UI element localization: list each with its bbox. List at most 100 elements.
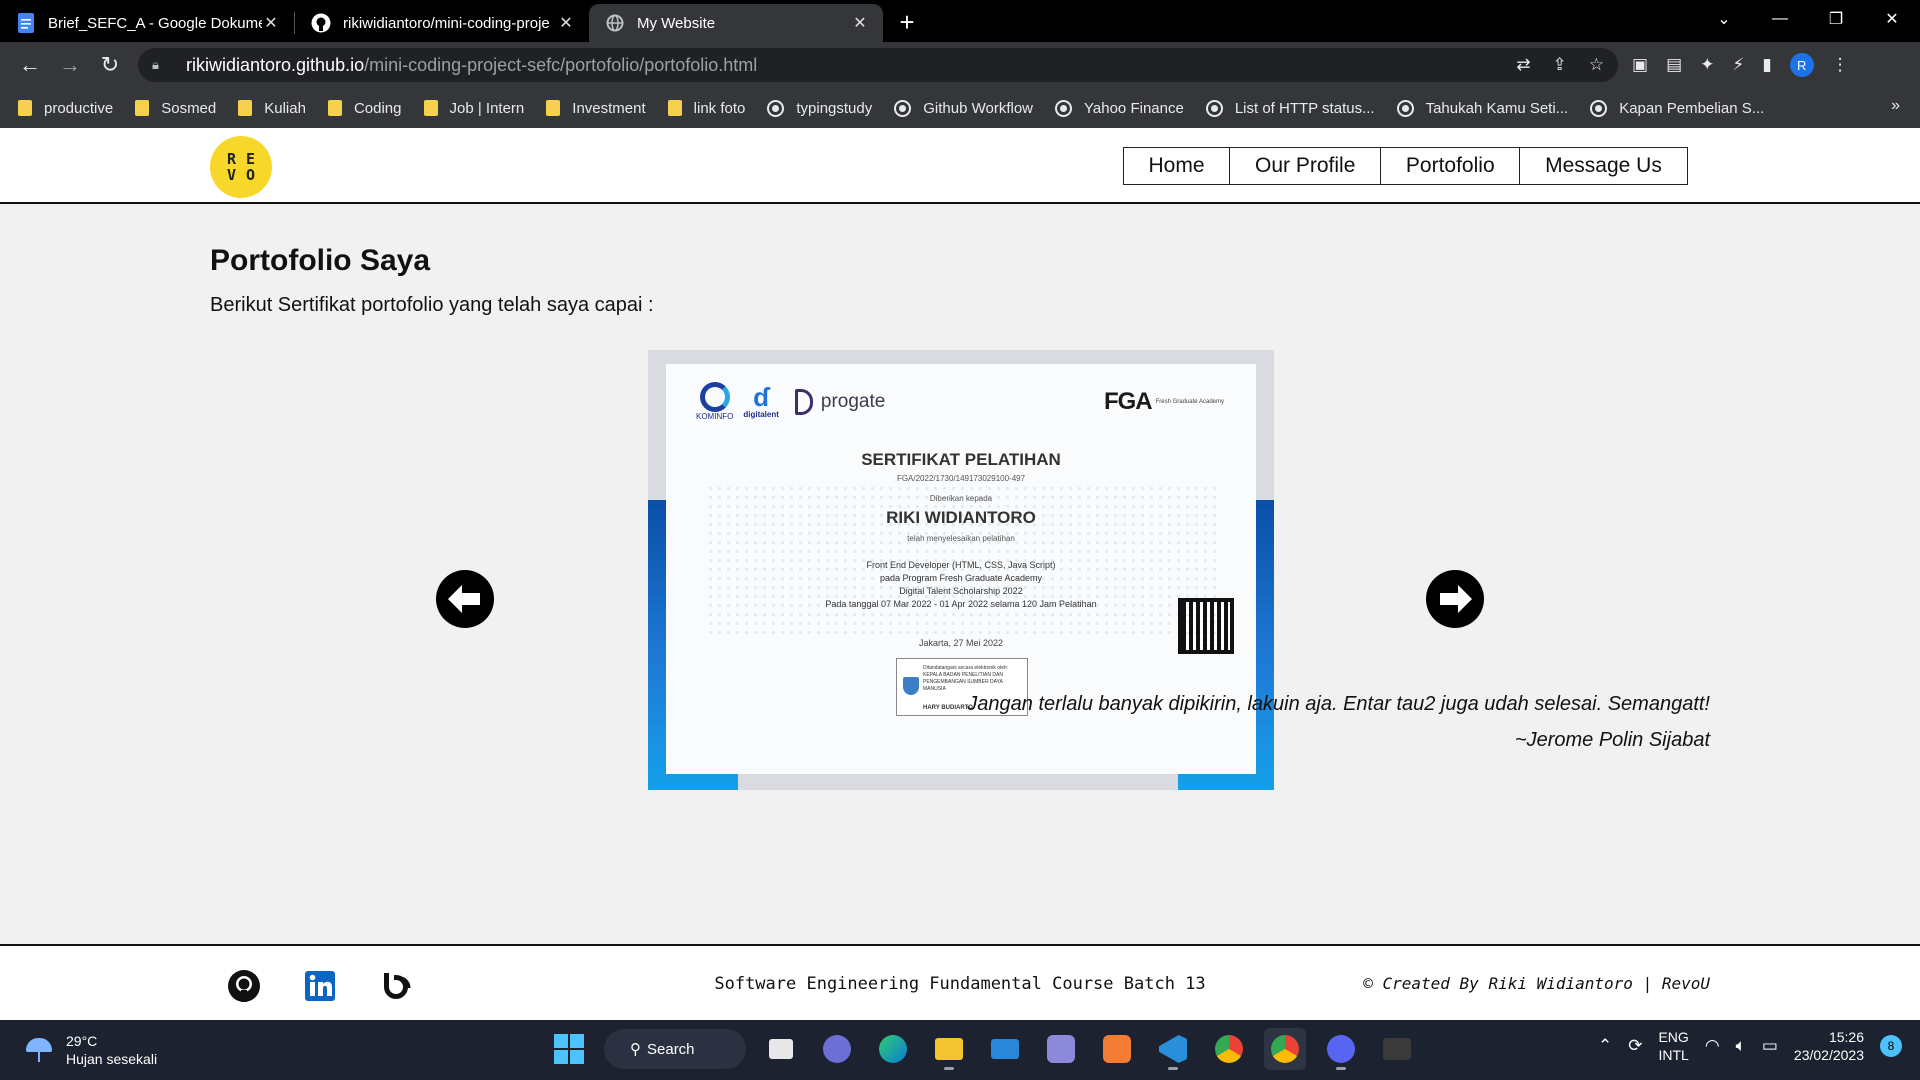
new-tab-button[interactable]: + — [889, 4, 925, 40]
edge-icon[interactable] — [872, 1028, 914, 1070]
profile-avatar[interactable]: R — [1789, 53, 1814, 77]
file-explorer-icon[interactable] — [928, 1028, 970, 1070]
discord-icon[interactable] — [1320, 1028, 1362, 1070]
search-icon: ⚲ — [630, 1041, 641, 1058]
language-indicator[interactable]: ENG INTL — [1658, 1028, 1688, 1064]
battery-icon[interactable]: ▭ — [1762, 1036, 1778, 1056]
extensions-puzzle-icon[interactable]: ✦ — [1700, 55, 1714, 75]
lock-icon[interactable]: 🔒︎ — [152, 57, 168, 73]
nav-message-us[interactable]: Message Us — [1519, 147, 1688, 185]
forward-button[interactable]: → — [50, 47, 90, 83]
bookmark-star-icon[interactable]: ☆ — [1589, 55, 1604, 75]
logo-letter: E — [245, 150, 256, 168]
globe-icon — [1396, 99, 1414, 117]
chrome-icon[interactable] — [1208, 1028, 1250, 1070]
bookmark-link[interactable]: Kapan Pembelian S... — [1590, 99, 1765, 117]
certificate-course: Front End Developer (HTML, CSS, Java Scr… — [866, 560, 1056, 570]
bookmark-label: Kapan Pembelian S... — [1619, 99, 1765, 117]
bookmark-link[interactable]: List of HTTP status... — [1205, 99, 1375, 117]
clock[interactable]: 15:26 23/02/2023 — [1794, 1028, 1864, 1064]
shield-icon — [903, 677, 919, 695]
bookmark-folder[interactable]: Coding — [327, 99, 402, 117]
bookmark-link[interactable]: Github Workflow — [894, 99, 1033, 117]
performance-icon[interactable]: ⚡︎ — [1732, 55, 1744, 75]
certificate-number: FGA/2022/1730/149173029100-497 — [896, 474, 1026, 483]
bookmark-folder[interactable]: Kuliah — [238, 100, 306, 117]
search-label: Search — [647, 1040, 695, 1058]
bookmark-folder[interactable]: Sosmed — [135, 100, 216, 117]
language-primary: ENG — [1658, 1029, 1689, 1045]
sponsor-logos: KOMINFO ɗ digitalent progate — [696, 382, 885, 421]
tab-title: rikiwidiantoro/mini-coding-proje — [343, 14, 550, 32]
task-view-icon[interactable] — [760, 1028, 802, 1070]
menu-kebab-icon[interactable]: ⋮ — [1832, 55, 1849, 75]
carousel-next-button[interactable] — [1426, 570, 1484, 628]
bookmark-folder[interactable]: link foto — [667, 100, 745, 117]
bookmark-link[interactable]: Yahoo Finance — [1055, 99, 1184, 117]
site-header: R E V O Home Our Profile Portofolio Mess… — [0, 128, 1920, 204]
notification-badge[interactable]: 8 — [1880, 1035, 1902, 1057]
bookmark-label: typingstudy — [796, 99, 873, 117]
bookmark-label: Yahoo Finance — [1084, 99, 1184, 117]
address-bar[interactable]: 🔒︎ rikiwidiantoro.github.io/mini-coding-… — [138, 48, 1618, 82]
taskbar-search[interactable]: ⚲ Search — [604, 1029, 746, 1069]
qr-code — [1178, 598, 1234, 654]
kominfo-text: KOMINFO — [696, 412, 734, 421]
folder-icon — [135, 100, 150, 116]
chrome-profile-icon[interactable] — [1264, 1028, 1306, 1070]
restore-button[interactable]: ❐ — [1808, 0, 1864, 38]
globe-icon — [894, 99, 912, 117]
mail-icon[interactable] — [984, 1028, 1026, 1070]
tab-my-website[interactable]: My Website ✕ — [589, 4, 883, 42]
bookmarks-overflow-button[interactable]: » — [1891, 97, 1900, 115]
vscode-icon[interactable] — [1152, 1028, 1194, 1070]
tab-github[interactable]: rikiwidiantoro/mini-coding-proje ✕ — [295, 4, 589, 42]
wifi-icon[interactable]: ◠ — [1705, 1036, 1720, 1056]
teams-chat-icon[interactable] — [816, 1028, 858, 1070]
quote-text: Jangan terlalu banyak dipikirin, lakuin … — [967, 693, 1710, 715]
nav-our-profile[interactable]: Our Profile — [1229, 147, 1382, 185]
docs-extension-icon[interactable]: ▤ — [1666, 55, 1682, 75]
share-icon[interactable]: ⇪ — [1553, 55, 1567, 75]
tab-close-icon[interactable]: ✕ — [557, 14, 575, 32]
terminal-icon[interactable] — [1376, 1028, 1418, 1070]
side-panel-icon[interactable]: ▮ — [1762, 55, 1771, 75]
bookmark-folder[interactable]: Job | Intern — [423, 100, 524, 117]
fga-logo: FGA Fresh Graduate Academy — [1104, 388, 1224, 416]
minimize-button[interactable]: — — [1752, 0, 1808, 38]
tab-google-docs[interactable]: Brief_SEFC_A - Google Dokumen ✕ — [0, 4, 294, 42]
folder-icon — [546, 100, 561, 116]
store-icon[interactable] — [1040, 1028, 1082, 1070]
github-icon — [311, 13, 331, 33]
nav-home[interactable]: Home — [1122, 147, 1231, 185]
kominfo-logo: KOMINFO — [696, 382, 733, 421]
bookmark-folder[interactable]: Investment — [546, 100, 646, 117]
translate-icon[interactable]: ⇄ — [1516, 55, 1530, 75]
arrow-right-icon — [1440, 585, 1472, 613]
folder-icon — [667, 100, 682, 116]
tab-close-icon[interactable]: ✕ — [262, 14, 280, 32]
progate-text: progate — [820, 390, 886, 412]
volume-icon[interactable]: 🔈︎ — [1736, 1036, 1746, 1056]
nav-portofolio[interactable]: Portofolio — [1379, 147, 1521, 185]
translate-extension-icon[interactable]: ▣ — [1632, 55, 1648, 75]
globe-icon — [1205, 99, 1223, 117]
tab-close-icon[interactable]: ✕ — [851, 14, 869, 32]
bookmark-label: Coding — [353, 99, 402, 117]
revo-logo[interactable]: R E V O — [210, 136, 272, 198]
tab-search-icon[interactable]: ⌄ — [1696, 0, 1752, 38]
carousel-prev-button[interactable] — [436, 570, 494, 628]
bookmark-label: Sosmed — [161, 99, 217, 117]
weather-widget[interactable]: 29°C Hujan sesekali — [24, 1032, 157, 1068]
xampp-icon[interactable] — [1096, 1028, 1138, 1070]
bookmark-folder[interactable]: productive — [18, 100, 113, 117]
close-window-button[interactable]: ✕ — [1864, 0, 1920, 38]
back-button[interactable]: ← — [10, 47, 50, 83]
bookmark-link[interactable]: Tahukah Kamu Seti... — [1396, 99, 1568, 117]
start-button[interactable] — [548, 1028, 590, 1070]
reload-button[interactable]: ↻ — [90, 47, 130, 83]
tab-title: Brief_SEFC_A - Google Dokumen — [48, 14, 262, 32]
chevron-up-icon[interactable]: ⌃ — [1598, 1036, 1612, 1056]
bookmark-link[interactable]: typingstudy — [767, 99, 873, 117]
sync-icon[interactable]: ⟳ — [1628, 1036, 1642, 1056]
